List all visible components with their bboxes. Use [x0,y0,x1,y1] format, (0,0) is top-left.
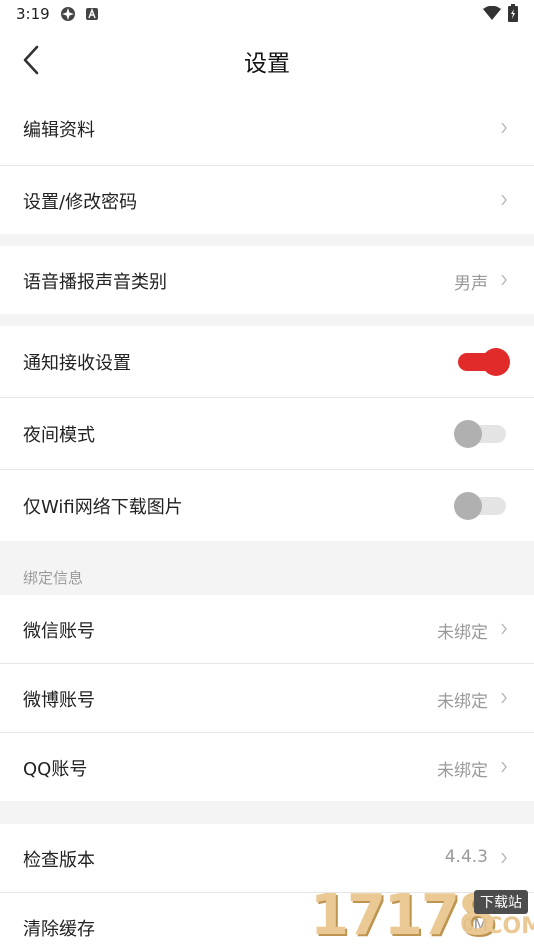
a-notification-icon [86,8,98,20]
wifi-icon [483,6,501,20]
status-time: 3:19 [16,5,50,23]
wechat-value: 未绑定 [437,623,488,643]
chevron-right-icon [501,761,507,773]
qq-row[interactable]: QQ账号 未绑定 [0,733,534,801]
edit-profile-row[interactable]: 编辑资料 [0,92,534,165]
watermark-digits: 17178 [310,883,497,948]
chevron-right-icon [501,274,507,286]
voice-type-row[interactable]: 语音播报声音类别 男声 [0,246,534,314]
watermark-tag: 下载站 [474,890,528,914]
night-mode-label: 夜间模式 [23,425,95,446]
cache-label: 清除缓存 [23,919,95,940]
notify-toggle[interactable] [454,348,510,376]
qq-value: 未绑定 [437,761,488,781]
toggle-knob [454,420,482,448]
watermark-logo: 17178 下载站 .COM [310,882,534,950]
chevron-right-icon [501,852,507,864]
binding-section-header: 绑定信息 [23,569,84,587]
page-title: 设置 [244,51,290,77]
nav-bar: 设置 [0,28,534,92]
password-label: 设置/修改密码 [23,192,138,213]
weibo-row[interactable]: 微博账号 未绑定 [0,664,534,732]
version-value: 4.4.3 [444,847,488,867]
chevron-right-icon [501,692,507,704]
chevron-right-icon [501,122,507,134]
wifi-images-row: 仅Wifi网络下载图片 [0,470,534,541]
password-row[interactable]: 设置/修改密码 [0,166,534,234]
toggle-knob [482,348,510,376]
notify-label: 通知接收设置 [23,353,131,374]
voice-type-label: 语音播报声音类别 [23,272,167,293]
toggle-knob [454,492,482,520]
night-mode-row: 夜间模式 [0,398,534,469]
status-bar: 3:19 [0,0,534,28]
night-mode-toggle[interactable] [454,420,510,448]
watermark-suffix: .COM [478,914,534,939]
qq-label: QQ账号 [23,759,88,780]
voice-type-value: 男声 [454,274,488,294]
chevron-right-icon [501,623,507,635]
app-notification-icon [61,7,75,21]
chevron-right-icon [501,194,507,206]
weibo-label: 微博账号 [23,690,95,711]
notify-row: 通知接收设置 [0,326,534,397]
version-label: 检查版本 [23,850,95,871]
wechat-row[interactable]: 微信账号 未绑定 [0,595,534,663]
edit-profile-label: 编辑资料 [23,120,95,141]
weibo-value: 未绑定 [437,692,488,712]
battery-icon [508,4,518,22]
wifi-images-toggle[interactable] [454,492,510,520]
wifi-images-label: 仅Wifi网络下载图片 [23,497,183,518]
wechat-label: 微信账号 [23,621,95,642]
